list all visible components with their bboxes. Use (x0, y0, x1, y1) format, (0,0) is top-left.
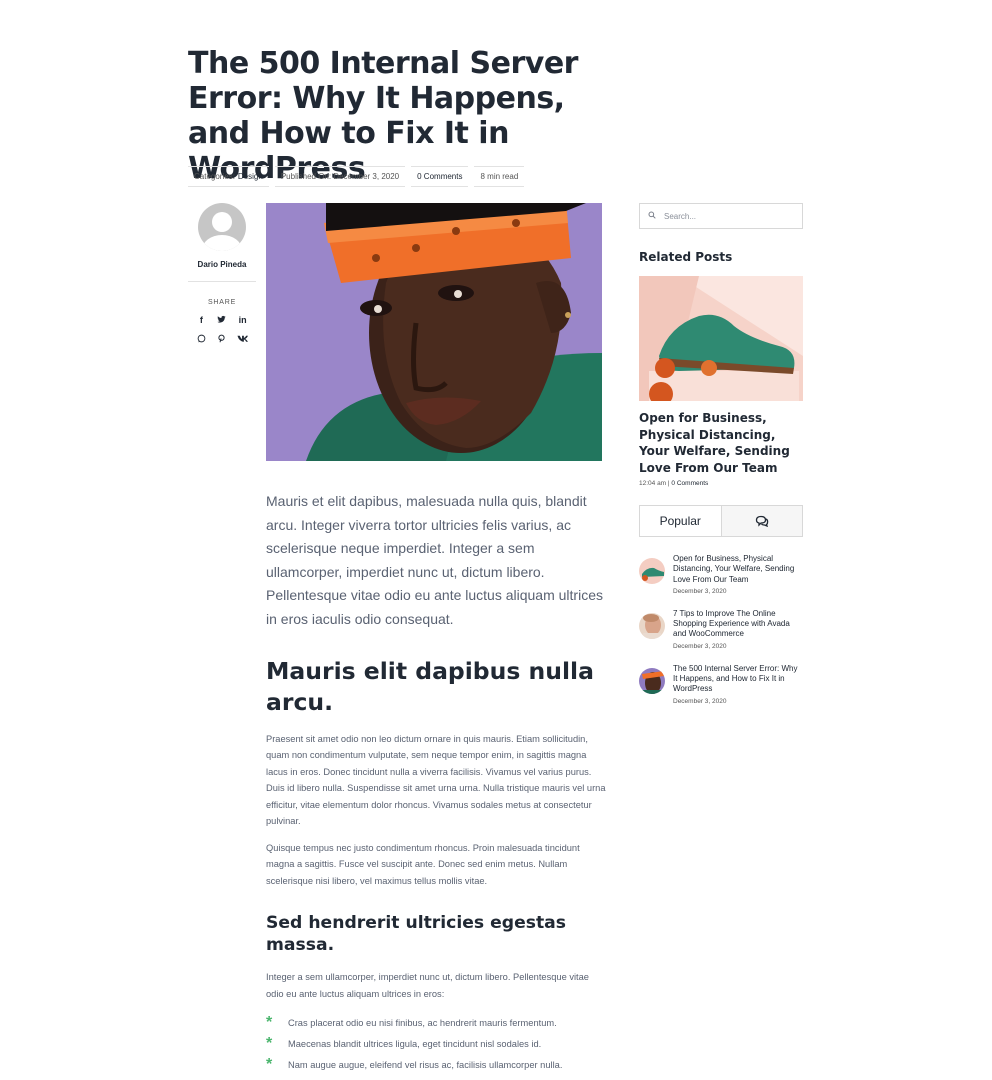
sidebar: Search... Related Posts Open for Busines… (639, 203, 803, 719)
pinterest-icon[interactable] (212, 334, 233, 345)
facebook-icon[interactable]: f (191, 315, 212, 326)
article-body: Mauris et elit dapibus, malesuada nulla … (266, 490, 606, 1075)
post-thumbnail[interactable] (639, 558, 665, 584)
list-item: * Nam augue augue, eleifend vel risus ac,… (266, 1055, 563, 1073)
post-thumbnail[interactable] (639, 667, 665, 694)
bullet-list: * Cras placerat odio eu nisi finibus, ac … (266, 1012, 606, 1075)
search-icon (648, 211, 656, 221)
asterisk-icon: * (266, 1055, 273, 1073)
share-label: SHARE (207, 299, 237, 306)
list-item: * Maecenas blandit ultrices ligula, eget … (266, 1034, 542, 1052)
list-item: * Cras placerat odio eu nisi finibus, ac … (266, 1013, 557, 1031)
list-item[interactable]: The 500 Internal Server Error: Why It Ha… (639, 664, 803, 705)
author-box: Dario Pineda SHARE f in (188, 203, 256, 345)
section-heading: Mauris elit dapibus nulla arcu. (266, 656, 594, 716)
asterisk-icon: * (266, 1013, 273, 1031)
related-posts-heading: Related Posts (639, 250, 733, 264)
popular-post-date: December 3, 2020 (673, 642, 727, 650)
popular-post-date: December 3, 2020 (673, 587, 727, 595)
popular-post-title[interactable]: Open for Business, Physical Distancing, … (673, 554, 803, 585)
post-thumbnail[interactable] (639, 612, 665, 639)
related-post-meta: 12:04 am | 0 Comments (639, 480, 709, 487)
related-post-image[interactable] (639, 276, 803, 401)
lead-paragraph: Mauris et elit dapibus, malesuada nulla … (266, 493, 603, 627)
popular-post-title[interactable]: 7 Tips to Improve The Online Shopping Ex… (673, 609, 803, 640)
search-placeholder: Search... (664, 211, 697, 221)
portrait-illustration (266, 203, 602, 461)
list-item[interactable]: 7 Tips to Improve The Online Shopping Ex… (639, 609, 803, 650)
meta-published: Published On: December 3, 2020 (274, 166, 406, 187)
popular-posts-list: Open for Business, Physical Distancing, … (639, 554, 803, 705)
meta-comments-link[interactable]: 0 Comments (411, 166, 469, 187)
divider (188, 281, 256, 282)
subsection-heading: Sed hendrerit ultricies egestas massa. (266, 913, 567, 956)
list-item[interactable]: Open for Business, Physical Distancing, … (639, 554, 803, 595)
meta-read-time: 8 min read (474, 166, 525, 187)
category-link[interactable]: Design (238, 172, 263, 181)
paragraph: Quisque tempus nec justo condimentum rho… (266, 842, 580, 886)
meta-categories: Categories: Design (188, 166, 269, 187)
paragraph: Integer a sem ullamcorper, imperdiet nun… (266, 972, 589, 999)
popular-post-date: December 3, 2020 (673, 697, 727, 705)
author-name[interactable]: Dario Pineda (188, 260, 256, 269)
sidebar-tabs: Popular (639, 505, 803, 537)
share-icons: f in (188, 315, 256, 345)
related-post-title[interactable]: Open for Business, Physical Distancing, … (639, 410, 803, 476)
twitter-icon[interactable] (212, 315, 233, 326)
whatsapp-icon[interactable] (191, 334, 212, 345)
asterisk-icon: * (266, 1034, 273, 1052)
post-title: The 500 Internal Server Error: Why It Ha… (188, 46, 578, 186)
tab-popular[interactable]: Popular (640, 506, 721, 536)
vk-icon[interactable] (232, 334, 253, 345)
comments-icon (755, 515, 768, 527)
featured-image (266, 203, 602, 461)
post-meta: Categories: Design Published On: Decembe… (188, 166, 525, 187)
search-input[interactable]: Search... (639, 203, 803, 229)
paragraph: Praesent sit amet odio non leo dictum or… (266, 733, 606, 827)
popular-post-title[interactable]: The 500 Internal Server Error: Why It Ha… (673, 664, 803, 695)
related-comments-link[interactable]: 0 Comments (671, 480, 708, 487)
linkedin-icon[interactable]: in (232, 315, 253, 326)
avatar[interactable] (198, 203, 246, 251)
tab-comments[interactable] (720, 506, 802, 536)
